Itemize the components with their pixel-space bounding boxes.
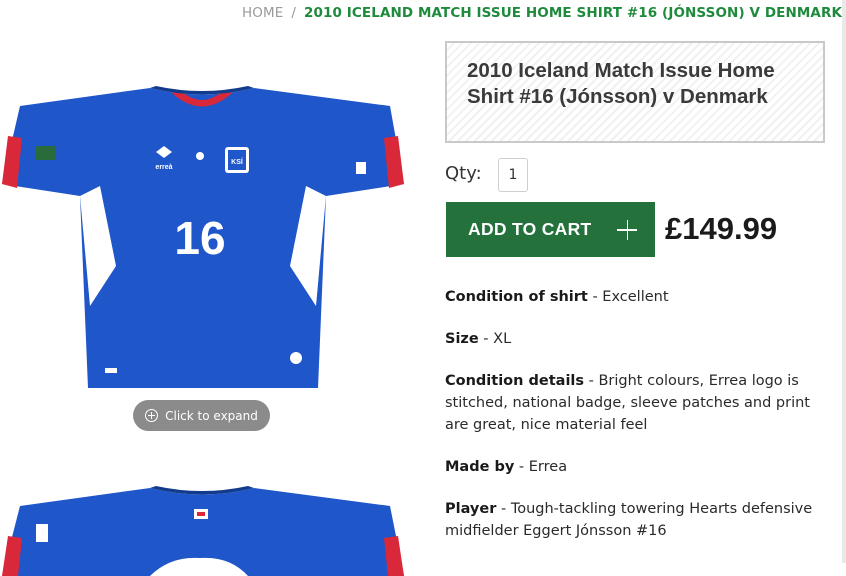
plus-icon [617, 219, 637, 240]
product-gallery: erreà KSÍ 16 Click to expand [0, 36, 405, 576]
product-image-main[interactable]: erreà KSÍ 16 [0, 76, 405, 436]
breadcrumb-separator: / [291, 5, 297, 21]
breadcrumb-current: 2010 ICELAND MATCH ISSUE HOME SHIRT #16 … [304, 5, 843, 21]
breadcrumb: HOME / 2010 ICELAND MATCH ISSUE HOME SHI… [242, 4, 842, 22]
qty-label: Qty: [445, 163, 482, 184]
add-to-cart-button[interactable]: ADD TO CART [446, 202, 655, 257]
expand-plus-icon [145, 409, 159, 422]
detail-condition: Condition of shirt - Excellent [445, 289, 669, 305]
add-to-cart-label: ADD TO CART [468, 219, 592, 239]
detail-condition-details: Condition details - Bright colours, Erre… [445, 373, 810, 433]
breadcrumb-home-link[interactable]: HOME [242, 5, 283, 21]
detail-player: Player - Tough-tackling towering Hearts … [445, 501, 813, 539]
qty-input[interactable] [498, 158, 528, 192]
expand-label: Click to expand [165, 408, 258, 423]
click-to-expand-button[interactable]: Click to expand [133, 400, 270, 431]
page-edge-divider [842, 0, 846, 563]
product-price: £149.99 [665, 211, 778, 246]
product-details: Condition of shirt - Excellent Size - XL… [445, 286, 829, 562]
detail-size: Size - XL [445, 331, 512, 347]
shirt-badge-text: KSÍ [231, 157, 244, 166]
shirt-number: 16 [174, 212, 225, 264]
product-image-second[interactable] [0, 476, 405, 576]
product-title: 2010 Iceland Match Issue Home Shirt #16 … [467, 59, 775, 108]
product-title-box: 2010 Iceland Match Issue Home Shirt #16 … [445, 41, 825, 143]
detail-made-by: Made by - Errea [445, 459, 568, 475]
shirt-brand-text: erreà [155, 164, 172, 171]
